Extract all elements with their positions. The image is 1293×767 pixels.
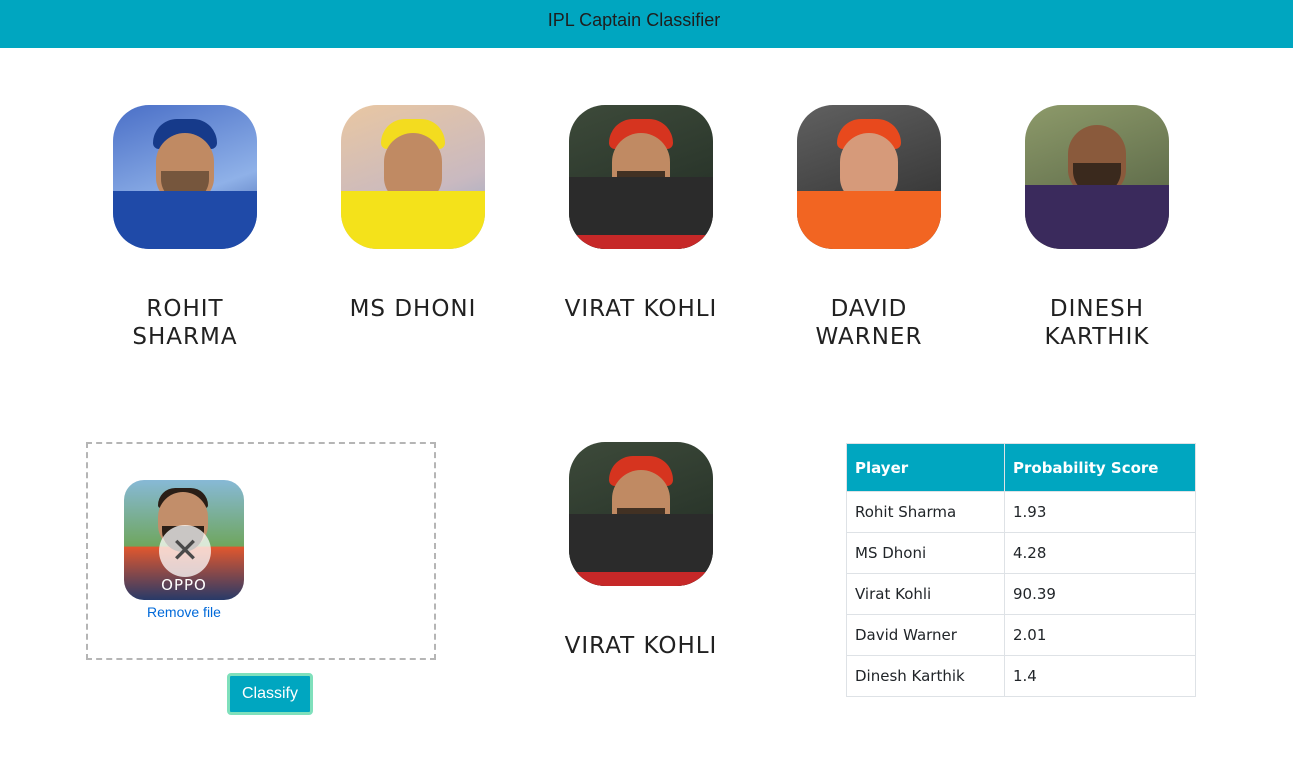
classify-button[interactable]: Classify xyxy=(227,673,313,715)
score-cell: 1.93 xyxy=(1004,491,1196,533)
player-cell: Rohit Sharma xyxy=(846,491,1005,533)
player-name: ROHIT SHARMA xyxy=(132,296,238,350)
david-warner-photo xyxy=(797,105,941,249)
player-name: VIRAT KOHLI xyxy=(564,296,718,322)
player-name: DAVID WARNER xyxy=(815,296,923,350)
close-x-icon[interactable]: ✕ xyxy=(159,525,211,577)
virat-kohli-photo xyxy=(569,105,713,249)
column-header-player: Player xyxy=(846,443,1005,492)
probability-table: Player Probability Score Rohit Sharma 1.… xyxy=(846,443,1196,697)
player-cell: David Warner xyxy=(846,614,1005,656)
player-cell: Virat Kohli xyxy=(846,573,1005,615)
file-dropzone[interactable]: OPPO ✕ Remove file xyxy=(86,442,436,660)
score-cell: 90.39 xyxy=(1004,573,1196,615)
column-header-probability: Probability Score xyxy=(1004,443,1196,492)
table-row: David Warner 2.01 xyxy=(846,614,1196,656)
table-header-row: Player Probability Score xyxy=(846,443,1196,492)
player-card-ms-dhoni: MS DHONI xyxy=(299,105,527,323)
player-name: MS DHONI xyxy=(349,296,477,322)
player-card-dinesh-karthik: DINESH KARTHIK xyxy=(983,105,1211,351)
score-cell: 1.4 xyxy=(1004,655,1196,697)
player-cell: Dinesh Karthik xyxy=(846,655,1005,697)
remove-file-link[interactable]: Remove file xyxy=(124,604,244,620)
player-card-virat-kohli: VIRAT KOHLI xyxy=(527,105,755,323)
score-cell: 2.01 xyxy=(1004,614,1196,656)
result-player-name: VIRAT KOHLI xyxy=(564,633,718,659)
table-row: Rohit Sharma 1.93 xyxy=(846,491,1196,533)
preview-brand-text: OPPO xyxy=(161,576,207,594)
table-row: MS Dhoni 4.28 xyxy=(846,532,1196,574)
ms-dhoni-photo xyxy=(341,105,485,249)
virat-kohli-photo xyxy=(569,442,713,586)
navbar: IPL Captain Classifier xyxy=(0,0,1293,48)
player-name: DINESH KARTHIK xyxy=(1044,296,1150,350)
player-card-rohit-sharma: ROHIT SHARMA xyxy=(71,105,299,351)
player-cell: MS Dhoni xyxy=(846,532,1005,574)
result-card: VIRAT KOHLI xyxy=(527,442,755,660)
score-cell: 4.28 xyxy=(1004,532,1196,574)
dinesh-karthik-photo xyxy=(1025,105,1169,249)
player-card-david-warner: DAVID WARNER xyxy=(755,105,983,351)
table-row: Dinesh Karthik 1.4 xyxy=(846,655,1196,697)
app-title: IPL Captain Classifier xyxy=(547,10,721,30)
rohit-sharma-photo xyxy=(113,105,257,249)
table-row: Virat Kohli 90.39 xyxy=(846,573,1196,615)
